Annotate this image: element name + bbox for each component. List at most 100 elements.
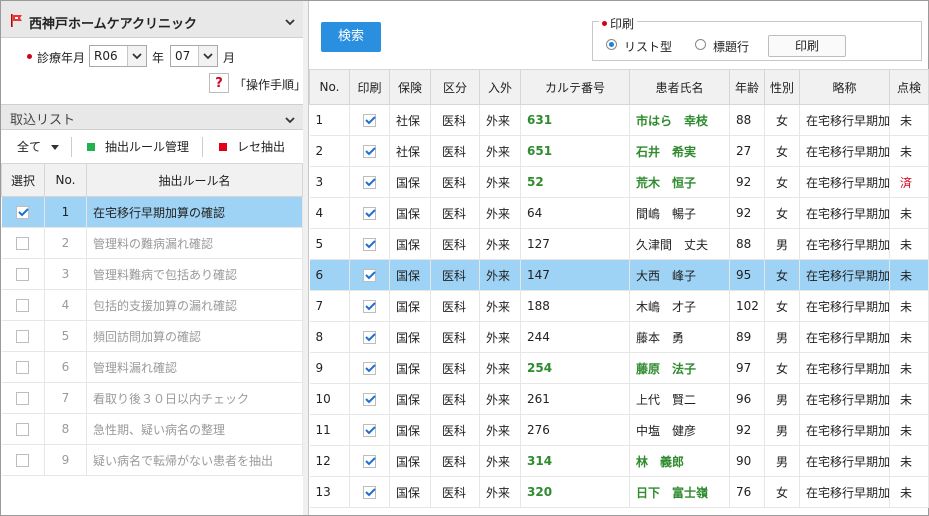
table-row[interactable]: 5 頻回訪問加算の確認 <box>1 320 303 352</box>
radio-list-type[interactable] <box>606 39 617 50</box>
print-checkbox-cell[interactable] <box>349 104 390 136</box>
rule-manage-button[interactable]: 抽出ルール管理 <box>105 138 189 155</box>
col-patient-name[interactable]: 患者氏名 <box>629 69 730 105</box>
print-checkbox-cell[interactable] <box>349 321 390 353</box>
cell-karte[interactable]: 188 <box>520 290 630 322</box>
checkbox-checked[interactable] <box>363 269 376 282</box>
cell-patient-name[interactable]: 久津間 丈夫 <box>629 228 730 260</box>
table-row[interactable]: 2 社保 医科 外来 651 石井 希実 27 女 在宅移行早期加 未 <box>309 135 929 167</box>
cell-patient-name[interactable]: 上代 賢二 <box>629 383 730 415</box>
table-row[interactable]: 6 管理料漏れ確認 <box>1 351 303 383</box>
radio-title-row[interactable] <box>695 39 706 50</box>
row-checkbox-cell[interactable] <box>1 444 45 476</box>
checkbox-checked[interactable] <box>16 206 30 219</box>
cell-patient-name[interactable]: 藤本 勇 <box>629 321 730 353</box>
print-checkbox-cell[interactable] <box>349 259 390 291</box>
row-checkbox-cell[interactable] <box>1 227 45 259</box>
col-abbr[interactable]: 略称 <box>799 69 890 105</box>
cell-karte[interactable]: 261 <box>520 383 630 415</box>
table-row[interactable]: 7 国保 医科 外来 188 木嶋 才子 102 女 在宅移行早期加 未 <box>309 290 929 322</box>
checkbox-checked[interactable] <box>363 486 376 499</box>
radio-list-type-label[interactable]: リスト型 <box>624 38 672 55</box>
row-checkbox-cell[interactable] <box>1 258 45 290</box>
table-row[interactable]: 4 包括的支援加算の漏れ確認 <box>1 289 303 321</box>
row-checkbox-cell[interactable] <box>1 289 45 321</box>
checkbox-checked[interactable] <box>363 300 376 313</box>
checkbox[interactable] <box>16 392 30 405</box>
print-checkbox-cell[interactable] <box>349 383 390 415</box>
row-checkbox-cell[interactable] <box>1 351 45 383</box>
checkbox[interactable] <box>16 237 30 250</box>
checkbox-checked[interactable] <box>363 424 376 437</box>
col-sex[interactable]: 性別 <box>764 69 800 105</box>
table-row[interactable]: 10 国保 医科 外来 261 上代 賢二 96 男 在宅移行早期加 未 <box>309 383 929 415</box>
cell-karte[interactable]: 320 <box>520 476 630 508</box>
col-inout[interactable]: 入外 <box>479 69 521 105</box>
era-select[interactable]: R06 <box>89 45 147 67</box>
col-insurance[interactable]: 保険 <box>389 69 431 105</box>
cell-karte[interactable]: 314 <box>520 445 630 477</box>
print-checkbox-cell[interactable] <box>349 476 390 508</box>
row-checkbox-cell[interactable] <box>1 382 45 414</box>
checkbox-checked[interactable] <box>363 176 376 189</box>
col-karte[interactable]: カルテ番号 <box>520 69 630 105</box>
table-row[interactable]: 4 国保 医科 外来 64 間嶋 暢子 92 女 在宅移行早期加 未 <box>309 197 929 229</box>
cell-patient-name[interactable]: 荒木 恒子 <box>629 166 730 198</box>
print-checkbox-cell[interactable] <box>349 352 390 384</box>
checkbox[interactable] <box>16 299 30 312</box>
cell-patient-name[interactable]: 市はら 幸枝 <box>629 104 730 136</box>
checkbox-checked[interactable] <box>363 331 376 344</box>
chevron-down-icon[interactable] <box>285 113 295 127</box>
row-checkbox-cell[interactable] <box>1 196 45 228</box>
checkbox[interactable] <box>16 423 30 436</box>
cell-patient-name[interactable]: 間嶋 暢子 <box>629 197 730 229</box>
cell-patient-name[interactable]: 中塩 健彦 <box>629 414 730 446</box>
cell-karte[interactable]: 244 <box>520 321 630 353</box>
cell-karte[interactable]: 651 <box>520 135 630 167</box>
col-check[interactable]: 点検 <box>889 69 929 105</box>
table-row[interactable]: 1 在宅移行早期加算の確認 <box>1 196 303 228</box>
table-row[interactable]: 3 国保 医科 外来 52 荒木 恒子 92 女 在宅移行早期加 済 <box>309 166 929 198</box>
all-dropdown[interactable]: 全て <box>17 138 59 155</box>
col-age[interactable]: 年齢 <box>729 69 765 105</box>
table-row[interactable]: 8 急性期、疑い病名の整理 <box>1 413 303 445</box>
checkbox-checked[interactable] <box>363 455 376 468</box>
month-select[interactable]: 07 <box>170 45 218 67</box>
checkbox[interactable] <box>16 454 30 467</box>
table-row[interactable]: 9 国保 医科 外来 254 藤原 法子 97 女 在宅移行早期加 未 <box>309 352 929 384</box>
clinic-header[interactable]: 西神戸ホームケアクリニック <box>1 1 303 38</box>
table-row[interactable]: 1 社保 医科 外来 631 市はら 幸枝 88 女 在宅移行早期加 未 <box>309 104 929 136</box>
cell-patient-name[interactable]: 大西 峰子 <box>629 259 730 291</box>
table-row[interactable]: 2 管理料の難病漏れ確認 <box>1 227 303 259</box>
checkbox[interactable] <box>16 268 30 281</box>
import-list-header[interactable]: 取込リスト <box>1 104 303 130</box>
print-button[interactable]: 印刷 <box>768 35 846 57</box>
table-row[interactable]: 12 国保 医科 外来 314 林 義郎 90 男 在宅移行早期加 未 <box>309 445 929 477</box>
table-row[interactable]: 8 国保 医科 外来 244 藤本 勇 89 男 在宅移行早期加 未 <box>309 321 929 353</box>
table-row[interactable]: 13 国保 医科 外来 320 日下 富士嶺 76 女 在宅移行早期加 未 <box>309 476 929 508</box>
table-row[interactable]: 9 疑い病名で転帰がない患者を抽出 <box>1 444 303 476</box>
cell-patient-name[interactable]: 石井 希実 <box>629 135 730 167</box>
help-icon[interactable]: ? <box>209 73 229 93</box>
col-no[interactable]: No. <box>309 69 350 105</box>
checkbox[interactable] <box>16 361 30 374</box>
checkbox-checked[interactable] <box>363 145 376 158</box>
print-checkbox-cell[interactable] <box>349 166 390 198</box>
print-checkbox-cell[interactable] <box>349 228 390 260</box>
col-print[interactable]: 印刷 <box>349 69 390 105</box>
cell-karte[interactable]: 254 <box>520 352 630 384</box>
table-row[interactable]: 7 看取り後３０日以内チェック <box>1 382 303 414</box>
cell-karte[interactable]: 127 <box>520 228 630 260</box>
table-row[interactable]: 11 国保 医科 外来 276 中塩 健彦 92 男 在宅移行早期加 未 <box>309 414 929 446</box>
print-checkbox-cell[interactable] <box>349 197 390 229</box>
manual-link[interactable]: 「操作手順」 <box>234 76 306 93</box>
col-select[interactable]: 選択 <box>1 163 45 197</box>
row-checkbox-cell[interactable] <box>1 320 45 352</box>
radio-title-row-label[interactable]: 標題行 <box>713 38 749 55</box>
cell-karte[interactable]: 64 <box>520 197 630 229</box>
print-checkbox-cell[interactable] <box>349 290 390 322</box>
cell-patient-name[interactable]: 日下 富士嶺 <box>629 476 730 508</box>
checkbox-checked[interactable] <box>363 393 376 406</box>
col-no[interactable]: No. <box>44 163 87 197</box>
table-row[interactable]: 6 国保 医科 外来 147 大西 峰子 95 女 在宅移行早期加 未 <box>309 259 929 291</box>
